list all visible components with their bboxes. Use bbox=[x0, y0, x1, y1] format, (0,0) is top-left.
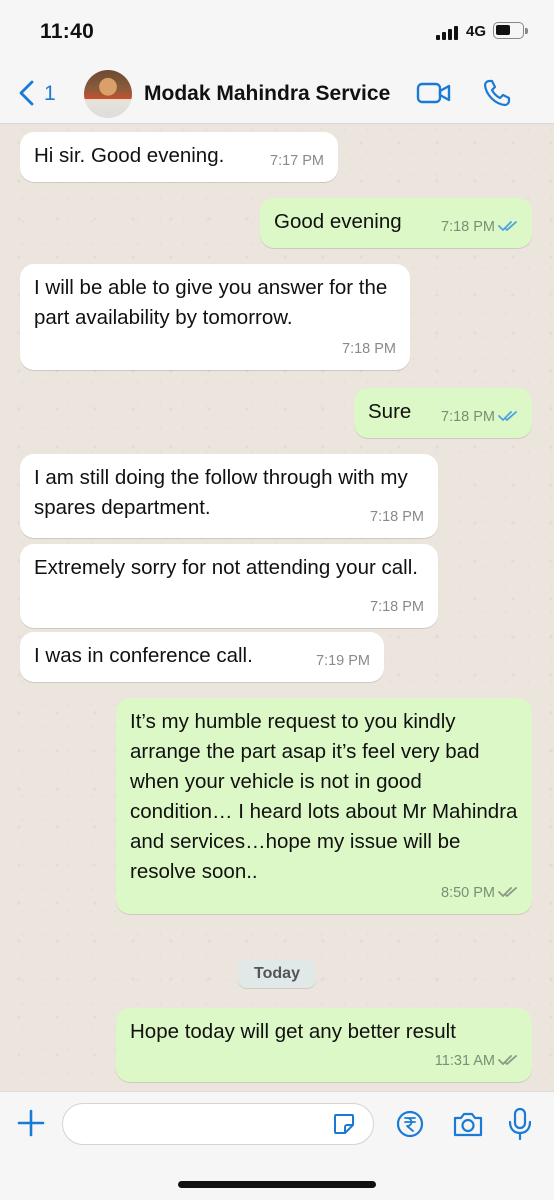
message-time: 11:31 AM bbox=[434, 1053, 495, 1069]
sticker-icon[interactable] bbox=[332, 1112, 356, 1136]
message-text: Good evening bbox=[274, 210, 402, 233]
message-bubble-incoming[interactable]: I am still doing the follow through with… bbox=[20, 454, 438, 538]
message-text: It’s my humble request to you kindly arr… bbox=[130, 710, 518, 883]
message-bubble-outgoing[interactable]: Good evening 7:18 PM bbox=[260, 198, 532, 248]
message-text: I was in conference call. bbox=[34, 644, 253, 667]
avatar[interactable] bbox=[84, 70, 132, 118]
contact-name[interactable]: Modak Mahindra Service bbox=[144, 82, 390, 106]
double-check-icon bbox=[498, 411, 517, 421]
message-time: 7:18 PM bbox=[370, 599, 424, 615]
rupee-icon[interactable] bbox=[396, 1110, 424, 1138]
double-check-icon bbox=[498, 887, 517, 897]
message-bubble-incoming[interactable]: Hi sir. Good evening. 7:17 PM bbox=[20, 132, 338, 182]
double-check-icon bbox=[498, 1055, 517, 1065]
message-bubble-outgoing[interactable]: It’s my humble request to you kindly arr… bbox=[116, 698, 532, 914]
double-check-icon bbox=[498, 221, 517, 231]
message-bubble-incoming[interactable]: I will be able to give you answer for th… bbox=[20, 264, 410, 370]
plus-icon[interactable] bbox=[16, 1108, 46, 1138]
message-time: 7:17 PM bbox=[270, 153, 324, 169]
message-bubble-incoming[interactable]: Extremely sorry for not attending your c… bbox=[20, 544, 438, 628]
message-text: Hi sir. Good evening. bbox=[34, 144, 225, 167]
microphone-icon[interactable] bbox=[508, 1107, 532, 1141]
status-bar: 11:40 4G bbox=[0, 0, 554, 62]
signal-icon bbox=[436, 26, 460, 40]
chat-header: 1 Modak Mahindra Service bbox=[0, 62, 554, 124]
message-time: 7:18 PM bbox=[370, 509, 424, 525]
message-bubble-outgoing[interactable]: Hope today will get any better result 11… bbox=[116, 1008, 532, 1082]
status-time: 11:40 bbox=[40, 20, 95, 43]
message-time: 7:18 PM bbox=[342, 341, 396, 357]
message-bubble-incoming[interactable]: I was in conference call. 7:19 PM bbox=[20, 632, 384, 682]
date-separator: Today bbox=[238, 960, 316, 988]
message-input[interactable] bbox=[62, 1103, 374, 1145]
message-bubble-outgoing[interactable]: Sure 7:18 PM bbox=[354, 388, 532, 438]
home-indicator[interactable] bbox=[178, 1181, 376, 1188]
camera-icon[interactable] bbox=[452, 1110, 484, 1138]
chevron-left-icon[interactable] bbox=[16, 80, 38, 106]
message-text: Sure bbox=[368, 400, 412, 423]
message-time: 7:18 PM bbox=[441, 409, 495, 425]
message-text: Hope today will get any better result bbox=[130, 1020, 456, 1043]
message-text: I am still doing the follow through with… bbox=[34, 466, 408, 519]
chat-area[interactable]: Hi sir. Good evening. 7:17 PM Good eveni… bbox=[0, 124, 554, 1091]
network-label: 4G bbox=[466, 23, 487, 40]
phone-icon[interactable] bbox=[482, 78, 512, 108]
message-time: 7:19 PM bbox=[316, 653, 370, 669]
message-text: I will be able to give you answer for th… bbox=[34, 276, 388, 329]
message-time: 7:18 PM bbox=[441, 219, 495, 235]
message-text: Extremely sorry for not attending your c… bbox=[34, 556, 418, 579]
back-unread-count[interactable]: 1 bbox=[44, 82, 56, 106]
message-time: 8:50 PM bbox=[441, 885, 495, 901]
battery-icon bbox=[493, 22, 528, 39]
video-camera-icon[interactable] bbox=[416, 81, 452, 105]
